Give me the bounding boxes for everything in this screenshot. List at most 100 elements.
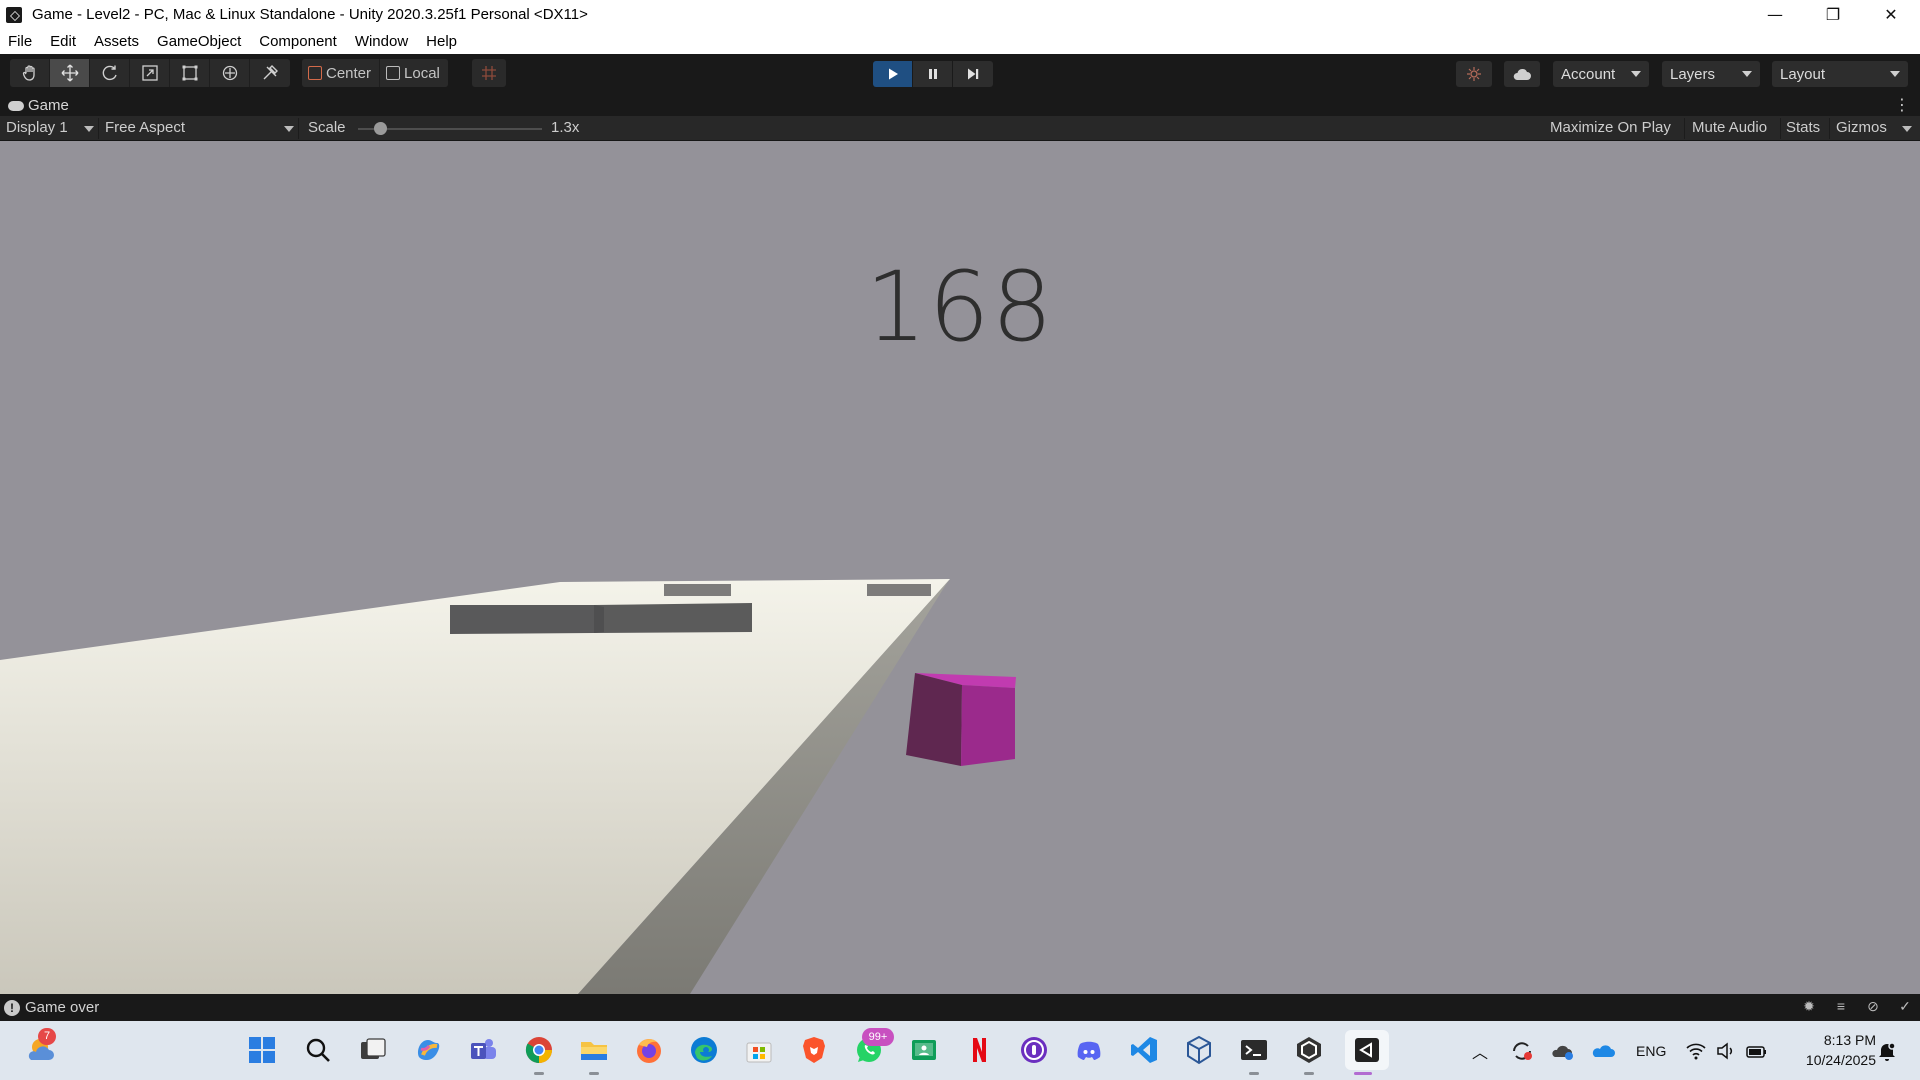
transform-tool-icon[interactable] <box>210 59 250 87</box>
play-button[interactable] <box>873 61 913 87</box>
divider <box>98 118 99 139</box>
menu-window[interactable]: Window <box>347 33 418 50</box>
grid-snap-icon[interactable] <box>472 59 506 87</box>
menu-gameobject[interactable]: GameObject <box>149 33 251 50</box>
window-controls: — ❐ ✕ <box>1746 0 1920 29</box>
copilot-icon[interactable] <box>411 1033 445 1067</box>
obstacle-near-right <box>594 603 752 633</box>
task-view-icon[interactable] <box>356 1033 390 1067</box>
scale-value: 1.3x <box>551 119 580 136</box>
unity-editor-icon[interactable] <box>1345 1030 1389 1070</box>
score-label: 168 <box>865 251 1055 363</box>
pivot-rotation-label: Local <box>404 64 440 82</box>
brave-icon[interactable] <box>797 1033 831 1067</box>
scale-slider-thumb[interactable] <box>374 122 388 135</box>
obstacle-far-left <box>664 584 731 596</box>
pivot-mode-button[interactable]: Center <box>302 59 381 87</box>
menu-assets[interactable]: Assets <box>86 33 149 50</box>
tab-game-label: Game <box>28 97 69 114</box>
discord-icon[interactable] <box>1072 1033 1106 1067</box>
chrome-icon[interactable] <box>522 1033 556 1067</box>
no-compile-icon[interactable]: ⊘ <box>1864 998 1882 1016</box>
menu-bar: File Edit Assets GameObject Component Wi… <box>0 29 1920 54</box>
menu-help[interactable]: Help <box>418 33 467 50</box>
obstacle-near-left <box>450 605 594 634</box>
start-icon[interactable] <box>245 1033 279 1067</box>
teams-icon[interactable] <box>466 1033 500 1067</box>
wifi-tray <box>1685 1021 1707 1080</box>
aspect-dropdown[interactable]: Free Aspect <box>105 119 185 136</box>
restore-button[interactable]: ❐ <box>1804 0 1862 29</box>
gizmos-toggle[interactable]: Gizmos <box>1836 119 1887 136</box>
vscode-icon[interactable] <box>1127 1033 1161 1067</box>
bug-icon[interactable]: ✹ <box>1800 998 1818 1016</box>
local-cube-icon <box>386 66 401 80</box>
classroom-icon[interactable] <box>907 1033 941 1067</box>
store-icon[interactable] <box>742 1033 776 1067</box>
volume-icon[interactable] <box>1716 1041 1736 1061</box>
layout-label: Layout <box>1780 65 1826 83</box>
onedrive-tray <box>1590 1021 1616 1080</box>
battery-tray <box>1746 1021 1768 1080</box>
wifi-icon[interactable] <box>1685 1041 1707 1061</box>
kebab-menu-icon[interactable]: ⋮ <box>1894 95 1910 114</box>
obstacle-near-right-side <box>594 605 604 633</box>
cloud-icon[interactable] <box>1504 61 1540 87</box>
gamepad-icon <box>8 100 24 111</box>
running-indicator <box>589 1072 599 1075</box>
account-dropdown[interactable]: Account <box>1553 61 1649 87</box>
hand-tool-icon[interactable] <box>10 59 50 87</box>
chevron-down-icon[interactable] <box>1902 126 1912 132</box>
layers-stack-icon[interactable]: ≡ <box>1832 998 1850 1016</box>
onedrive-icon[interactable] <box>1590 1041 1616 1061</box>
layout-dropdown[interactable]: Layout <box>1772 61 1908 87</box>
minimize-button[interactable]: — <box>1746 0 1804 29</box>
move-tool-icon[interactable] <box>50 59 90 87</box>
pivot-rotation-button[interactable]: Local <box>380 59 448 87</box>
chevron-up-icon[interactable]: ︿ <box>1472 1039 1496 1063</box>
pause-button[interactable] <box>913 61 953 87</box>
netflix-icon[interactable] <box>962 1033 996 1067</box>
pivot-center-icon <box>308 66 322 80</box>
maximize-on-play-toggle[interactable]: Maximize On Play <box>1550 119 1671 136</box>
custom-tool-icon[interactable] <box>250 59 290 87</box>
status-bar: ! Game over ✹ ≡ ⊘ ✓ <box>0 994 1920 1021</box>
unity-hub-icon[interactable] <box>1292 1033 1326 1067</box>
menu-file[interactable]: File <box>0 33 42 50</box>
divider <box>1684 118 1685 139</box>
cloud-sync-icon[interactable] <box>1550 1039 1576 1063</box>
tab-game[interactable]: Game <box>8 95 69 116</box>
terminal-icon[interactable] <box>1237 1033 1271 1067</box>
chevron-down-icon <box>1631 71 1641 77</box>
system-tray: ︿ <box>1472 1021 1496 1080</box>
chevron-down-icon <box>1742 71 1752 77</box>
layers-dropdown[interactable]: Layers <box>1662 61 1760 87</box>
virtualbox-icon[interactable] <box>1182 1033 1216 1067</box>
rect-tool-icon[interactable] <box>170 59 210 87</box>
collab-icon[interactable] <box>1456 61 1492 87</box>
podcast-icon[interactable] <box>1017 1033 1051 1067</box>
running-indicator <box>534 1072 544 1075</box>
mute-audio-toggle[interactable]: Mute Audio <box>1692 119 1767 136</box>
step-button[interactable] <box>953 61 993 87</box>
scale-tool-icon[interactable] <box>130 59 170 87</box>
menu-component[interactable]: Component <box>251 33 347 50</box>
sync-icon[interactable] <box>1510 1039 1534 1063</box>
search-icon[interactable] <box>301 1033 335 1067</box>
file-explorer-icon[interactable] <box>577 1033 611 1067</box>
notification-bell-icon[interactable] <box>1876 1040 1898 1062</box>
firefox-icon[interactable] <box>632 1033 666 1067</box>
stats-toggle[interactable]: Stats <box>1786 119 1820 136</box>
battery-icon[interactable] <box>1746 1041 1768 1061</box>
close-button[interactable]: ✕ <box>1862 0 1920 29</box>
language-indicator[interactable]: ENG <box>1636 1021 1666 1080</box>
unity-app-icon <box>6 6 22 23</box>
check-circle-icon[interactable]: ✓ <box>1896 998 1914 1016</box>
rotate-tool-icon[interactable] <box>90 59 130 87</box>
display-dropdown[interactable]: Display 1 <box>6 119 68 136</box>
status-message[interactable]: Game over <box>25 999 99 1016</box>
menu-edit[interactable]: Edit <box>42 33 86 50</box>
game-viewport[interactable]: 168 <box>0 141 1920 994</box>
clock[interactable]: 8:13 PM 10/24/2025 <box>1806 1030 1876 1070</box>
edge-icon[interactable] <box>687 1033 721 1067</box>
